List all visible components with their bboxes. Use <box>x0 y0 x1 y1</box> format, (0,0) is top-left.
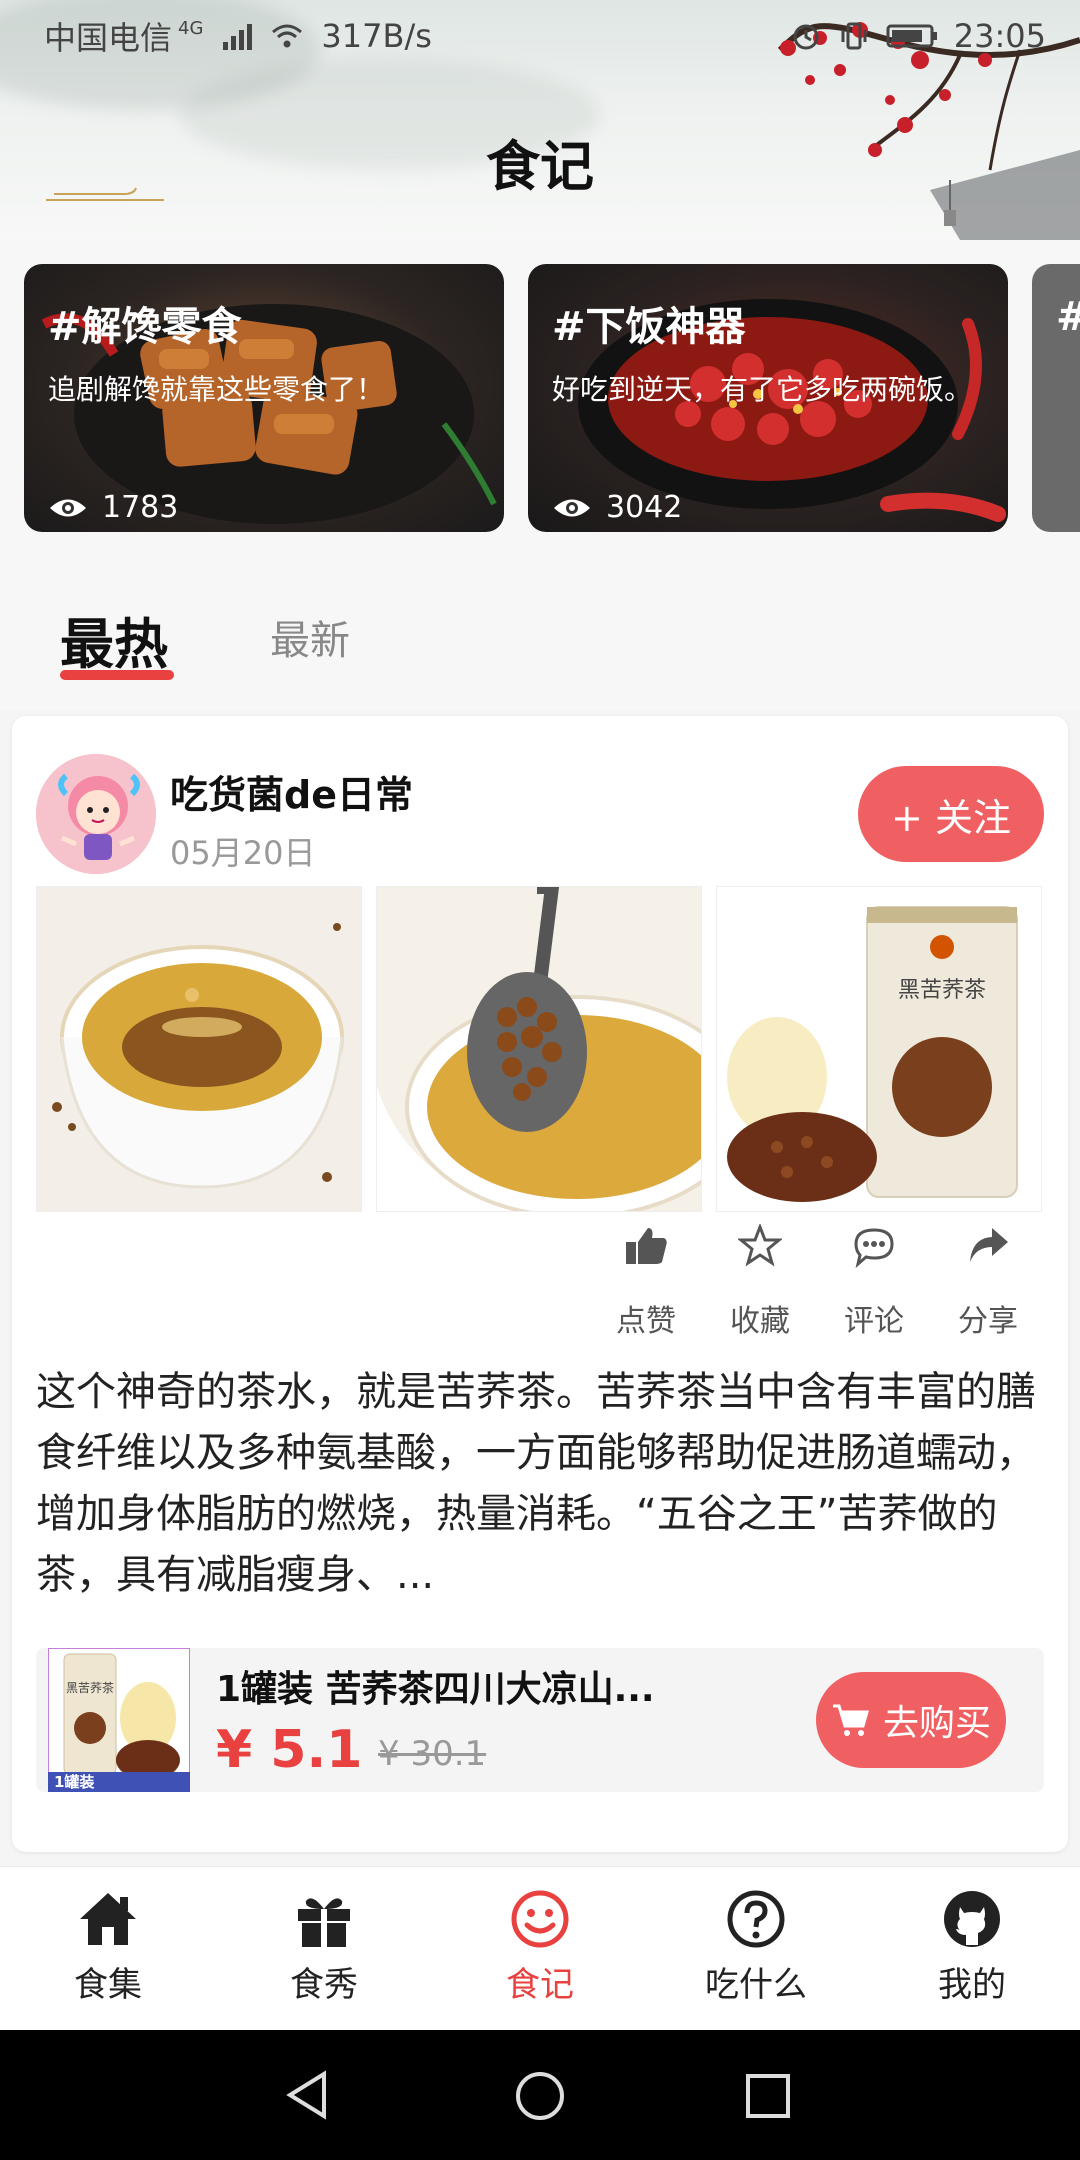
header: 中国电信 4G 317B/s 23:05 食记 <box>0 0 1080 240</box>
share-icon <box>970 1228 1008 1262</box>
nav-item-chishenme[interactable]: 吃什么 <box>648 1889 864 2006</box>
thumb-badge: 1罐装 <box>54 1773 95 1791</box>
alarm-icon <box>793 24 819 50</box>
topic-views: 1783 <box>48 490 178 525</box>
post-image[interactable] <box>376 886 702 1212</box>
topic-subtitle: 追剧解馋就靠这些零食了！ <box>48 373 385 406</box>
smile-icon <box>511 1890 569 1948</box>
topic-view-count: 3042 <box>606 490 683 525</box>
can-label: 黑苦荞茶 <box>898 978 986 1003</box>
product-original-price: ¥ 30.1 <box>378 1734 487 1774</box>
bottom-nav: 食集 食秀 食记 吃什么 我的 <box>0 1866 1080 2030</box>
network-speed: 317B/s <box>321 17 432 55</box>
cloud-decoration <box>46 187 164 201</box>
active-tab-indicator <box>60 670 174 680</box>
thumbs-up-icon <box>626 1228 667 1264</box>
topic-title: #解馋零食 <box>48 304 242 350</box>
tea-can-image: 黑苦荞茶 <box>717 887 1041 1211</box>
tab-hot[interactable]: 最热 <box>60 600 168 679</box>
collect-label: 收藏 <box>730 1304 790 1339</box>
status-bar: 中国电信 4G 317B/s 23:05 <box>0 0 1080 72</box>
buy-label: 去购买 <box>882 1703 991 1744</box>
nav-label: 食秀 <box>290 1965 358 2005</box>
post-card[interactable]: 吃货菌de日常 05月20日 + 关注 黑苦荞茶 点赞 收藏 评论 分享 这个神… <box>12 716 1068 1852</box>
recent-apps-icon[interactable] <box>744 2072 792 2120</box>
topic-title: # <box>1056 294 1080 340</box>
clock: 23:05 <box>953 17 1046 55</box>
home-icon <box>80 1893 136 1945</box>
buy-button[interactable]: 去购买 <box>816 1672 1006 1768</box>
nav-item-shijilu[interactable]: 食记 <box>432 1889 648 2006</box>
like-label: 点赞 <box>616 1304 676 1339</box>
product-title[interactable]: 1罐装 苦荞茶四川大凉山... <box>216 1660 655 1712</box>
topic-view-count: 1783 <box>102 490 179 525</box>
question-icon <box>727 1890 785 1948</box>
carrier-label: 中国电信 <box>44 19 173 57</box>
nav-label: 食记 <box>506 1965 574 2005</box>
topic-subtitle: 好吃到逆天，有了它多吃两碗饭。 <box>552 373 973 406</box>
product-card[interactable]: 黑苦荞茶 1罐装 1罐装 苦荞茶四川大凉山... ¥ 5.1 ¥ 30.1 去购… <box>36 1648 1044 1792</box>
avatar[interactable] <box>36 754 156 874</box>
vibrate-icon <box>841 22 867 50</box>
product-thumbnail: 黑苦荞茶 1罐装 <box>48 1648 190 1792</box>
topic-views: 3042 <box>552 490 682 525</box>
post-date: 05月20日 <box>170 834 316 872</box>
back-icon[interactable] <box>284 2070 330 2120</box>
tab-new[interactable]: 最新 <box>270 608 350 666</box>
eye-icon <box>554 499 590 516</box>
wifi-icon <box>272 24 303 48</box>
network-type: 4G <box>178 17 204 39</box>
nav-item-shiji[interactable]: 食集 <box>0 1889 216 2006</box>
topic-card[interactable]: # <box>1032 264 1080 532</box>
signal-icon <box>223 24 253 50</box>
product-price: ¥ 5.1 <box>216 1720 363 1780</box>
post-image[interactable] <box>36 886 362 1212</box>
system-navigation-bar <box>0 2030 1080 2160</box>
eye-icon <box>50 499 86 516</box>
gift-icon <box>298 1898 350 1947</box>
battery-icon <box>886 24 937 48</box>
nav-item-shixiu[interactable]: 食秀 <box>216 1889 432 2006</box>
topic-card[interactable]: #解馋零食 追剧解馋就靠这些零食了！ 1783 <box>24 264 504 532</box>
cart-icon <box>832 1704 869 1736</box>
github-icon <box>944 1891 1000 1947</box>
topic-card[interactable]: #下饭神器 好吃到逆天，有了它多吃两碗饭。 3042 <box>528 264 1008 532</box>
spoon-tea-image <box>377 887 701 1211</box>
feed-tabs: 最热 最新 <box>0 570 1080 710</box>
product-image: 黑苦荞茶 1罐装 <box>48 1648 190 1792</box>
nav-item-wode[interactable]: 我的 <box>864 1889 1080 2006</box>
star-icon <box>738 1224 782 1267</box>
thumb-label: 黑苦荞茶 <box>66 1680 114 1695</box>
cartoon-girl-avatar <box>36 754 156 874</box>
comment-icon <box>854 1228 894 1268</box>
share-label: 分享 <box>958 1304 1018 1339</box>
comment-label: 评论 <box>844 1304 904 1339</box>
topic-carousel[interactable]: #解馋零食 追剧解馋就靠这些零食了！ 1783 #下饭神器 好吃到逆天，有了它多… <box>0 240 1080 570</box>
tea-cup-image <box>37 887 361 1211</box>
nav-label: 吃什么 <box>705 1965 807 2005</box>
author-name[interactable]: 吃货菌de日常 <box>170 764 413 819</box>
follow-button[interactable]: + 关注 <box>858 766 1044 862</box>
post-text[interactable]: 这个神奇的茶水，就是苦荞茶。苦荞茶当中含有丰富的膳食纤维以及多种氨基酸，一方面能… <box>36 1362 1056 1606</box>
topic-title: #下饭神器 <box>552 304 746 350</box>
nav-label: 我的 <box>938 1965 1006 2005</box>
home-system-icon[interactable] <box>514 2070 566 2122</box>
nav-label: 食集 <box>74 1965 142 2005</box>
post-image[interactable]: 黑苦荞茶 <box>716 886 1042 1212</box>
